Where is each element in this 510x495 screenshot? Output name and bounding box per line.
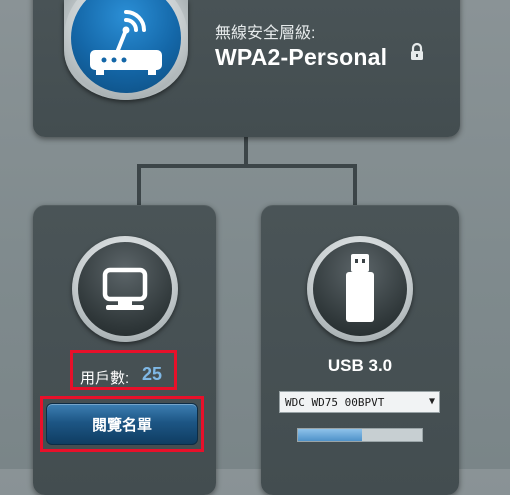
- connector-left-drop: [137, 164, 141, 205]
- usb-drive-icon: [346, 254, 374, 322]
- clients-icon-circle[interactable]: [72, 236, 178, 342]
- connector-right-drop: [353, 164, 357, 205]
- connector-vertical-top: [244, 137, 248, 166]
- clients-count[interactable]: 25: [142, 364, 162, 385]
- monitor-icon: [102, 267, 148, 310]
- usb-icon-circle[interactable]: [307, 236, 413, 342]
- usb-usage-fill: [298, 429, 363, 441]
- usb-label: USB 3.0: [327, 356, 393, 375]
- usb-device-selected: WDC WD75 00BPVT: [285, 395, 385, 409]
- security-level-value: WPA2-Personal: [215, 44, 388, 70]
- usb-device-select[interactable]: WDC WD75 00BPVT ▼: [279, 391, 440, 413]
- usb-usage-bar: [297, 428, 423, 442]
- view-list-button[interactable]: 閱覽名單: [46, 403, 198, 445]
- lock-icon: [411, 42, 423, 60]
- router-icon-circle[interactable]: [64, 0, 188, 100]
- security-level-label: 無線安全層級:: [215, 25, 316, 42]
- clients-label: 用戶數:: [80, 370, 130, 387]
- dropdown-arrow-icon: ▼: [428, 396, 435, 407]
- wireless-router-icon: [90, 10, 162, 75]
- connector-horizontal: [137, 164, 357, 168]
